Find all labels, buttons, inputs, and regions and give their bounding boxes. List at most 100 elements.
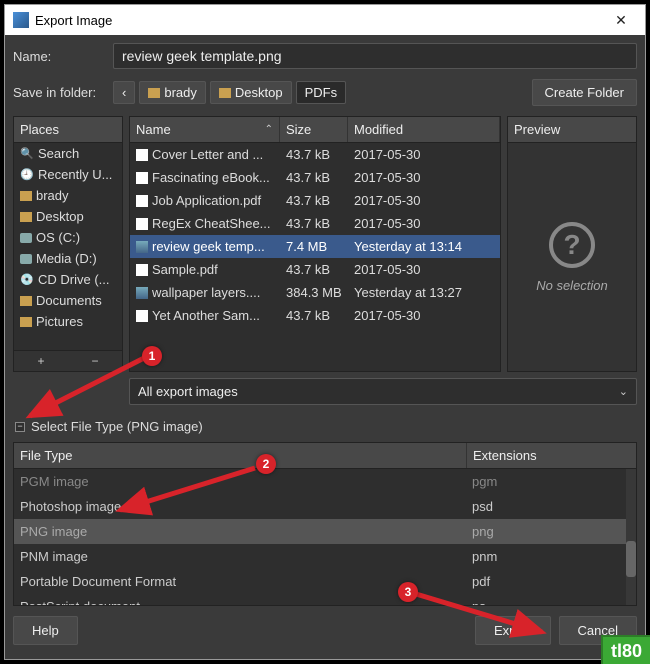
place-label: Documents (36, 293, 102, 308)
file-row[interactable]: wallpaper layers....384.3 MBYesterday at… (130, 281, 500, 304)
col-header-name[interactable]: Name⌃ (130, 117, 280, 142)
filetype-row[interactable]: Portable Document Formatpdf (14, 569, 636, 594)
file-icon (136, 287, 148, 299)
question-icon: ? (549, 222, 595, 268)
name-row: Name: (13, 43, 637, 69)
save-in-label: Save in folder: (13, 85, 113, 100)
filetype-name: PNG image (14, 522, 466, 541)
file-row[interactable]: Sample.pdf43.7 kB2017-05-30 (130, 258, 500, 281)
file-modified: 2017-05-30 (348, 214, 500, 233)
place-label: Media (D:) (36, 251, 97, 266)
col-header-extensions[interactable]: Extensions (466, 443, 636, 468)
export-dialog: Export Image ✕ Name: Save in folder: ‹ b… (4, 4, 646, 660)
filetype-row[interactable]: PNM imagepnm (14, 544, 636, 569)
place-item[interactable]: brady (14, 185, 122, 206)
filename-input[interactable] (113, 43, 637, 69)
col-header-filetype[interactable]: File Type (14, 443, 466, 468)
place-label: Search (38, 146, 79, 161)
filetype-ext: pgm (466, 472, 636, 491)
preview-body: ? No selection (508, 143, 636, 371)
filetype-row[interactable]: PostScript documentps (14, 594, 636, 605)
filetype-ext: ps (466, 597, 636, 605)
sort-arrow-icon: ⌃ (265, 124, 273, 135)
file-size: 43.7 kB (280, 145, 348, 164)
filetype-name: Photoshop image (14, 497, 466, 516)
place-label: Pictures (36, 314, 83, 329)
file-size: 43.7 kB (280, 260, 348, 279)
file-name: review geek temp... (152, 239, 265, 254)
filter-select[interactable]: All export images ⌄ (129, 378, 637, 405)
file-size: 43.7 kB (280, 191, 348, 210)
places-add-button[interactable]: + (14, 351, 68, 371)
file-list: Cover Letter and ...43.7 kB2017-05-30Fas… (130, 143, 500, 371)
file-icon (136, 241, 148, 253)
dialog-footer: Help Export Cancel (13, 616, 637, 645)
filetype-name: PNM image (14, 547, 466, 566)
place-item[interactable]: 🕘Recently U... (14, 164, 122, 185)
file-row[interactable]: Cover Letter and ... 43.7 kB2017-05-30 (130, 143, 500, 166)
file-row[interactable]: Fascinating eBook...43.7 kB2017-05-30 (130, 166, 500, 189)
expander-label: Select File Type (PNG image) (31, 419, 203, 434)
file-name: RegEx CheatShee... (152, 216, 271, 231)
file-name: Cover Letter and ... (152, 147, 263, 162)
col-header-modified[interactable]: Modified (348, 117, 500, 142)
export-button[interactable]: Export (475, 616, 551, 645)
create-folder-button[interactable]: Create Folder (532, 79, 637, 106)
place-item[interactable]: Media (D:) (14, 248, 122, 269)
minus-icon: − (15, 422, 25, 432)
filetype-name: PostScript document (14, 597, 466, 605)
file-row[interactable]: review geek temp...7.4 MBYesterday at 13… (130, 235, 500, 258)
file-size: 43.7 kB (280, 168, 348, 187)
col-header-size[interactable]: Size (280, 117, 348, 142)
breadcrumb: ‹ brady Desktop PDFs (113, 81, 346, 104)
file-name: Job Application.pdf (152, 193, 261, 208)
filetype-ext: psd (466, 497, 636, 516)
filetype-row[interactable]: PNG imagepng (14, 519, 636, 544)
place-item[interactable]: Desktop (14, 206, 122, 227)
place-item[interactable]: OS (C:) (14, 227, 122, 248)
titlebar: Export Image ✕ (5, 5, 645, 35)
breadcrumb-seg-0[interactable]: brady (139, 81, 206, 104)
filetype-ext: png (466, 522, 636, 541)
filetype-expander[interactable]: − Select File Type (PNG image) (13, 415, 637, 438)
preview-text: No selection (536, 278, 608, 293)
places-footer: + − (14, 350, 122, 371)
annotation-badge-3: 3 (398, 582, 418, 602)
file-size: 43.7 kB (280, 306, 348, 325)
folder-icon (219, 88, 231, 98)
filetype-row[interactable]: PGM imagepgm (14, 469, 636, 494)
filetype-table: File Type Extensions PGM imagepgmPhotosh… (13, 442, 637, 606)
file-modified: 2017-05-30 (348, 145, 500, 164)
file-modified: 2017-05-30 (348, 306, 500, 325)
file-modified: 2017-05-30 (348, 168, 500, 187)
folder-icon (148, 88, 160, 98)
place-item[interactable]: Pictures (14, 311, 122, 332)
place-item[interactable]: Documents (14, 290, 122, 311)
file-modified: 2017-05-30 (348, 191, 500, 210)
breadcrumb-back[interactable]: ‹ (113, 81, 135, 104)
file-row[interactable]: Job Application.pdf 43.7 kB2017-05-30 (130, 189, 500, 212)
place-item[interactable]: 💿CD Drive (... (14, 269, 122, 290)
scrollbar-track[interactable] (626, 469, 636, 605)
breadcrumb-seg-1[interactable]: Desktop (210, 81, 292, 104)
places-header: Places (14, 117, 122, 143)
file-icon (136, 195, 148, 207)
file-name: Yet Another Sam... (152, 308, 260, 323)
close-button[interactable]: ✕ (605, 6, 637, 34)
filetype-ext: pdf (466, 572, 636, 591)
app-icon (13, 12, 29, 28)
breadcrumb-seg-2[interactable]: PDFs (296, 81, 347, 104)
place-item[interactable]: 🔍Search (14, 143, 122, 164)
place-label: OS (C:) (36, 230, 80, 245)
place-icon: 💿 (20, 273, 34, 287)
chevron-down-icon: ⌄ (619, 385, 628, 398)
file-icon (136, 172, 148, 184)
filetype-name: PGM image (14, 472, 466, 491)
annotation-badge-2: 2 (256, 454, 276, 474)
help-button[interactable]: Help (13, 616, 78, 645)
filetype-row[interactable]: Photoshop imagepsd (14, 494, 636, 519)
scrollbar-thumb[interactable] (626, 541, 636, 577)
file-row[interactable]: Yet Another Sam... 43.7 kB2017-05-30 (130, 304, 500, 327)
places-remove-button[interactable]: − (68, 351, 122, 371)
file-row[interactable]: RegEx CheatShee...43.7 kB2017-05-30 (130, 212, 500, 235)
